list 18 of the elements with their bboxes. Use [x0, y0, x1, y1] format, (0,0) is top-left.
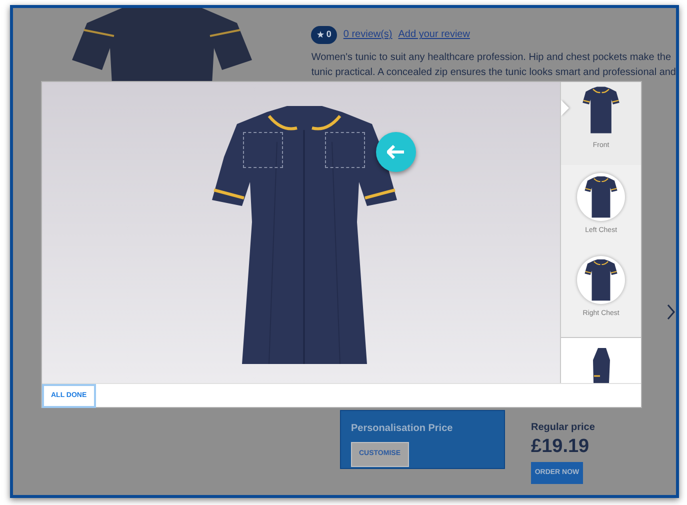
description-line: tunic practical. A concealed zip ensures the tunic looks smart and professional and: [311, 66, 676, 80]
right-chest-zone[interactable]: [325, 132, 365, 168]
star-icon: [317, 31, 324, 38]
add-review-link[interactable]: Add your review: [398, 27, 470, 42]
chest-close-up-picture: [577, 256, 626, 304]
selected-pointer: [561, 100, 570, 116]
description-line: Women's tunic to suit any healthcare profession. Hip and chest pockets make the: [311, 50, 672, 64]
left-chest-zone[interactable]: [243, 132, 283, 168]
arrow-left-icon: [387, 145, 405, 159]
chevron-right-icon[interactable]: [666, 304, 676, 320]
chest-close-up-picture: [577, 173, 626, 221]
price: £19.19: [531, 435, 590, 459]
tunic-front-picture: [581, 84, 622, 136]
rating-badge: 0: [311, 26, 338, 44]
reviews-link[interactable]: 0 review(s): [343, 27, 392, 42]
regular-price-label: Regular price: [531, 421, 595, 435]
personalisation-title: Personalisation Price: [351, 422, 454, 436]
back-arrow-button[interactable]: [376, 132, 416, 172]
